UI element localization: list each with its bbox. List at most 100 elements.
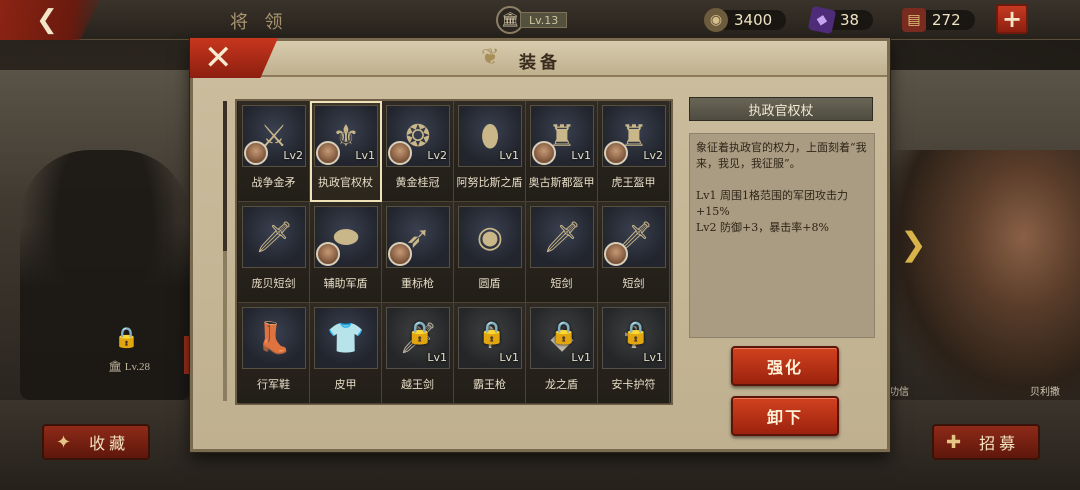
lock-icon: 🔒 [478, 321, 506, 346]
equipment-slot[interactable]: 🗡 🔒 Lv1 越王剑 [382, 303, 454, 404]
hero-tag: 功信 [889, 387, 909, 398]
item-name: 庞贝短剑 [251, 277, 296, 290]
scroll-value: 272 [920, 10, 975, 30]
level1-effect: Lv1 周围1格范围的军团攻击力+15% [696, 189, 849, 218]
lock-icon: 🔒 [550, 321, 578, 346]
lock-icon: 🔒 [406, 321, 434, 346]
scrollbar[interactable] [223, 101, 227, 401]
collection-button[interactable]: ✦ 收藏 [42, 424, 150, 460]
item-name: 短剑 [550, 277, 573, 290]
item-level: Lv1 [427, 351, 447, 364]
equipment-slot[interactable]: 👕 皮甲 [310, 303, 382, 404]
collection-label: 收藏 [89, 434, 130, 453]
equipped-general-avatar [316, 242, 340, 266]
unequip-button[interactable]: 卸下 [731, 396, 839, 436]
round-shield-icon: ◉ [458, 206, 522, 268]
equipped-general-avatar [316, 141, 340, 165]
leather-armor-icon: 👕 [314, 307, 378, 369]
item-name: 辅助军盾 [323, 277, 368, 290]
equipment-slot[interactable]: ➶ 重标枪 [382, 202, 454, 303]
item-level: Lv1 [643, 351, 663, 364]
item-level: Lv1 [571, 149, 591, 162]
gem-resource: ◆ 38 [807, 5, 874, 35]
equipped-general-avatar [604, 141, 628, 165]
item-level: Lv1 [355, 149, 375, 162]
scrollbar-thumb[interactable] [223, 101, 227, 251]
item-name: 越王剑 [401, 378, 434, 391]
recruit-icon: ✚ [946, 431, 966, 453]
boots-icon: 👢 [242, 307, 306, 369]
locked-general-silhouette[interactable] [20, 150, 190, 400]
item-level: Lv1 [499, 351, 519, 364]
item-name: 行军鞋 [257, 378, 290, 391]
gem-icon: ◆ [807, 5, 837, 35]
scroll-resource: ▤ 272 [902, 8, 975, 32]
equipped-general-avatar [532, 141, 556, 165]
item-name: 圆盾 [478, 277, 501, 290]
item-level: Lv2 [283, 149, 303, 162]
eagle-icon: ✦ [56, 431, 76, 453]
equipped-general-avatar [244, 141, 268, 165]
locked-level-text: Lv.28 [124, 361, 150, 373]
coin-icon: ◉ [704, 8, 728, 32]
equipment-slot[interactable]: ♜ Lv1 奥古斯都盔甲 [526, 101, 598, 202]
back-arrow-icon: ❮ [36, 5, 58, 35]
item-description: 象征着执政官的权力，上面刻着“我来，我见，我征服”。 [696, 141, 867, 170]
hero-name: 贝利撒 [1030, 387, 1060, 398]
equipment-slot[interactable]: ◉ 圆盾 [454, 202, 526, 303]
recruit-label: 招募 [979, 434, 1020, 453]
item-name: 龙之盾 [545, 378, 578, 391]
item-name: 奥古斯都盔甲 [528, 176, 595, 189]
equipment-slot[interactable]: 🗡 短剑 [526, 202, 598, 303]
item-level: Lv2 [427, 149, 447, 162]
back-button[interactable]: ❮ [0, 0, 100, 40]
equipped-general-avatar [388, 141, 412, 165]
equipment-slot[interactable]: ◆ 🔒 Lv1 龙之盾 [526, 303, 598, 404]
equipped-general-avatar [604, 242, 628, 266]
upgrade-button[interactable]: 强化 [731, 346, 839, 386]
equipment-slot[interactable]: 🗡 短剑 [598, 202, 670, 303]
equipment-slot[interactable]: ↟ 🔒 Lv1 霸王枪 [454, 303, 526, 404]
item-name: 执政官权杖 [318, 176, 373, 189]
sword-icon: 🗡 [242, 206, 306, 268]
item-name: 皮甲 [334, 378, 357, 391]
equipment-slot[interactable]: ☥ 🔒 Lv1 安卡护符 [598, 303, 670, 404]
item-name: 黄金桂冠 [395, 176, 440, 189]
equipment-dialog: ❦ 装备 ✕ ⚔ Lv2 战争金矛 ⚜ Lv1 执政官权杖 ❂ Lv2 黄金桂冠 ⬮ Lv1 阿努比斯… [190, 38, 890, 452]
item-name: 安卡护符 [611, 378, 656, 391]
sword-icon: 🗡 [530, 206, 594, 268]
item-name: 重标枪 [401, 277, 434, 290]
dialog-header: ❦ 装备 [193, 41, 887, 77]
recruit-button[interactable]: ✚ 招募 [932, 424, 1040, 460]
detail-description: 象征着执政官的权力，上面刻着“我来，我见，我征服”。 Lv1 周围1格范围的军团… [689, 133, 875, 338]
player-level: 🏛 Lv.13 [496, 6, 588, 34]
item-name: 虎王盔甲 [611, 176, 656, 189]
equipment-slot[interactable]: ⚜ Lv1 执政官权杖 [310, 101, 382, 202]
equipment-slot[interactable]: ♜ Lv2 虎王盔甲 [598, 101, 670, 202]
next-arrow-icon[interactable]: ❯ [900, 225, 927, 263]
player-level-text: Lv.13 [520, 12, 568, 28]
coin-value: 3400 [722, 10, 787, 30]
equipment-slot[interactable]: ❂ Lv2 黄金桂冠 [382, 101, 454, 202]
locked-general-level: 🏛 Lv.28 [108, 360, 150, 373]
item-name: 战争金矛 [251, 176, 296, 189]
equipment-slot[interactable]: ⬬ 辅助军盾 [310, 202, 382, 303]
general-portrait[interactable] [890, 150, 1080, 400]
lock-icon: 🔒 [114, 325, 139, 349]
page-title: 将 领 [230, 12, 289, 32]
item-name: 霸王枪 [473, 378, 506, 391]
equipped-general-avatar [388, 242, 412, 266]
add-resource-button[interactable]: + [996, 4, 1028, 34]
close-icon: ✕ [204, 38, 233, 78]
top-bar: ❮ 将 领 🏛 Lv.13 ◉ 3400 ◆ 38 ▤ 272 + [0, 0, 1080, 40]
item-level: Lv1 [499, 149, 519, 162]
equipment-slot[interactable]: ⚔ Lv2 战争金矛 [238, 101, 310, 202]
equipment-slot[interactable]: 🗡 庞贝短剑 [238, 202, 310, 303]
building-icon: 🏛 [108, 361, 122, 373]
equipment-slot[interactable]: 👢 行军鞋 [238, 303, 310, 404]
equipment-slot[interactable]: ⬮ Lv1 阿努比斯之盾 [454, 101, 526, 202]
detail-title: 执政官权杖 [689, 97, 873, 121]
item-name: 短剑 [622, 277, 645, 290]
dialog-title: 装备 [519, 53, 561, 73]
scroll-icon: ▤ [902, 8, 926, 32]
